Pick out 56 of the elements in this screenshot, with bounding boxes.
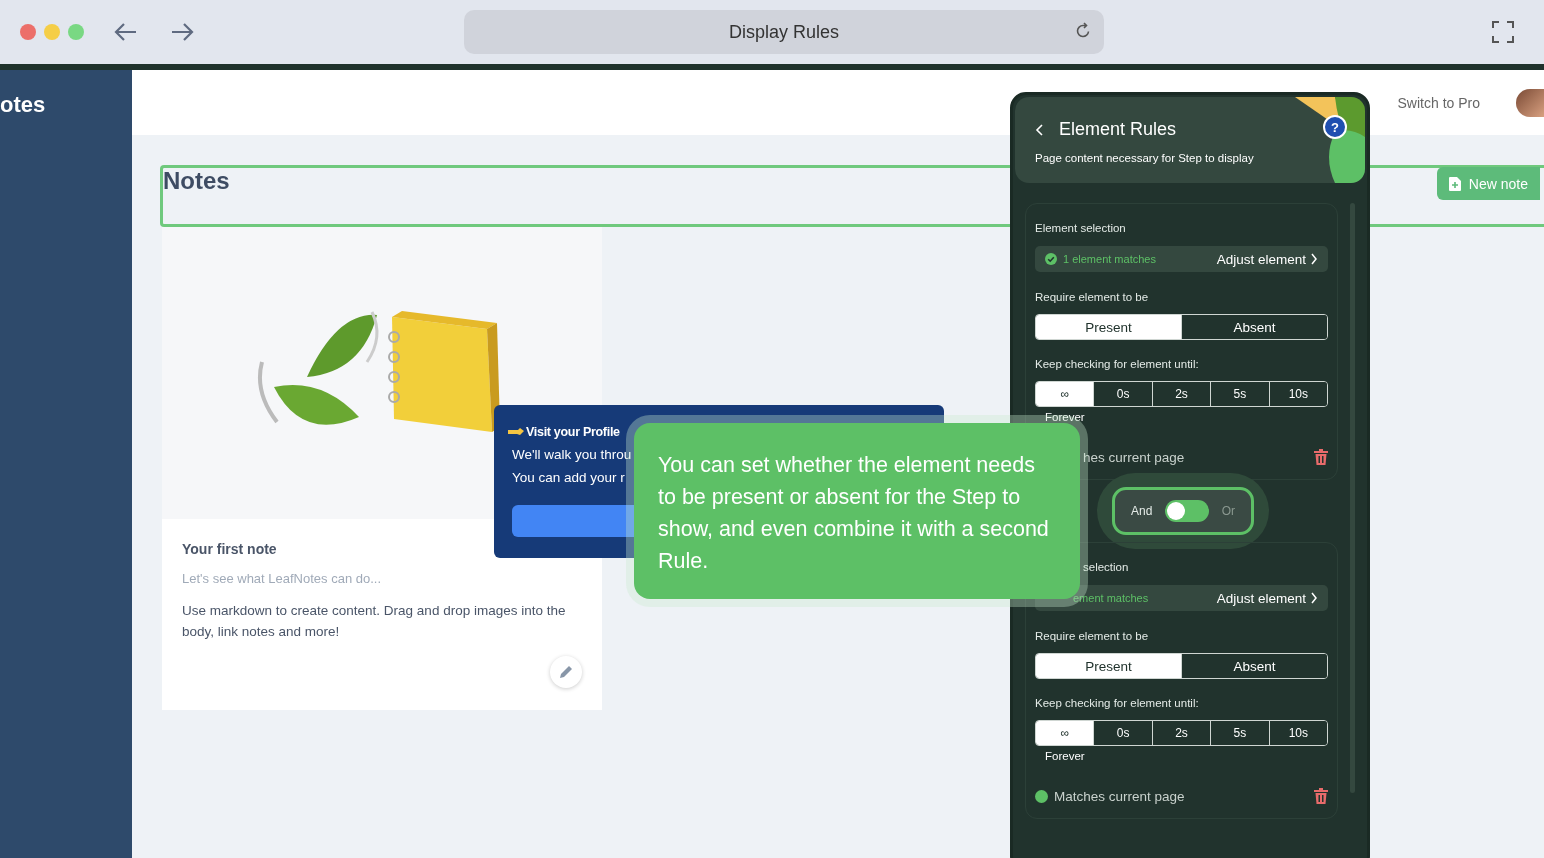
field-label: Keep checking for element until: xyxy=(1035,697,1199,709)
match-count: 1 element matches xyxy=(1063,253,1156,265)
timing-option[interactable]: 10s xyxy=(1268,721,1327,745)
switch-to-pro-link[interactable]: Switch to Pro xyxy=(1397,94,1480,111)
and-or-toggle[interactable]: And Or xyxy=(1112,487,1254,535)
note-title: Your first note xyxy=(182,541,278,557)
timing-option[interactable]: 10s xyxy=(1268,382,1327,406)
chevron-icon xyxy=(1310,253,1318,265)
field-label: Require element to be xyxy=(1035,291,1149,303)
note-body: Use markdown to create content. Drag and drop images into the body, link notes and more! xyxy=(182,602,567,641)
edit-button[interactable] xyxy=(550,656,582,688)
back-icon[interactable] xyxy=(1035,122,1045,137)
trash-icon[interactable] xyxy=(1314,449,1328,465)
adjust-element-button[interactable]: Adjust element xyxy=(1216,590,1318,606)
toggle-switch[interactable] xyxy=(1165,500,1209,522)
field-label: Require element to be xyxy=(1035,630,1149,642)
pointing-hand-icon xyxy=(508,427,524,437)
help-button[interactable]: ? xyxy=(1323,115,1347,139)
maximize-dot[interactable] xyxy=(68,24,84,40)
reload-icon[interactable] xyxy=(1074,22,1092,40)
toggle-label: Or xyxy=(1221,504,1235,518)
adjust-element-button[interactable]: Adjust element xyxy=(1216,251,1318,267)
check-icon xyxy=(1045,253,1057,265)
timing-caption: Forever xyxy=(1045,411,1085,423)
back-icon[interactable] xyxy=(114,22,138,42)
popup-title: Visit your Profile xyxy=(508,425,620,439)
close-dot[interactable] xyxy=(20,24,36,40)
presence-option[interactable]: Present xyxy=(1036,654,1181,678)
chevron-icon xyxy=(1310,592,1318,604)
avatar[interactable] xyxy=(1516,88,1544,117)
address-bar[interactable]: Display Rules xyxy=(464,10,1104,54)
panel-title: Element Rules xyxy=(1059,119,1177,140)
timing-option[interactable]: ∞ xyxy=(1036,382,1094,406)
status-text: Matches current page xyxy=(1054,788,1185,804)
file-plus-icon xyxy=(1448,176,1461,191)
presence-option[interactable]: Present xyxy=(1036,315,1181,339)
minimize-dot[interactable] xyxy=(44,24,60,40)
timing-caption: Forever xyxy=(1045,750,1085,762)
note-subtitle: Let's see what LeafNotes can do... xyxy=(182,571,383,586)
status-text: hes current page xyxy=(1083,449,1185,465)
field-label: selection xyxy=(1082,561,1129,573)
panel-subtitle: Page content necessary for Step to display xyxy=(1035,152,1254,164)
timing-option[interactable]: ∞ xyxy=(1036,721,1094,745)
field-label: Element selection xyxy=(1035,222,1126,234)
popup-text: We'll walk you throu xyxy=(512,447,632,462)
field-label: Keep checking for element until: xyxy=(1035,358,1199,370)
brand-name: otes xyxy=(0,92,46,118)
pencil-icon xyxy=(558,664,574,680)
presence-option[interactable]: Absent xyxy=(1181,654,1327,678)
page-heading: Notes xyxy=(163,168,230,194)
forward-icon[interactable] xyxy=(170,22,194,42)
popup-text: You can add your r xyxy=(512,470,625,485)
toggle-label: And xyxy=(1131,504,1153,518)
trash-icon[interactable] xyxy=(1314,788,1328,804)
presence-option[interactable]: Absent xyxy=(1181,315,1327,339)
fullscreen-icon[interactable] xyxy=(1492,21,1514,43)
